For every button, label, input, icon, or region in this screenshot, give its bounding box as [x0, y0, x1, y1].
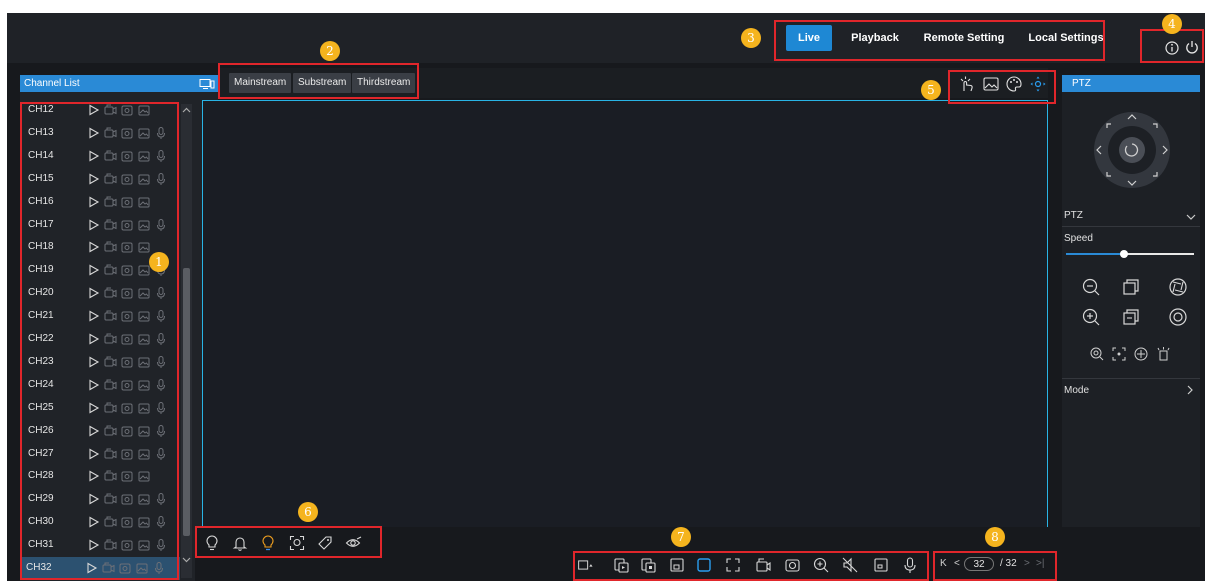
- highlight-box-system: [1140, 29, 1204, 63]
- scroll-up-icon[interactable]: [181, 106, 192, 114]
- preset-icon[interactable]: [1133, 346, 1149, 362]
- chevron-down-icon[interactable]: [1186, 213, 1196, 221]
- highlight-box-nav-tabs: [774, 20, 1105, 61]
- iris-close-icon[interactable]: [1167, 306, 1189, 328]
- wiper-icon[interactable]: [1155, 346, 1171, 362]
- divider: [1062, 378, 1200, 379]
- mode-label[interactable]: Mode: [1064, 385, 1089, 396]
- focus-near-icon[interactable]: [1120, 276, 1142, 298]
- highlight-box-streams: [218, 63, 419, 99]
- chevron-right-icon[interactable]: [1186, 385, 1194, 395]
- badge-1: 1: [149, 252, 169, 272]
- ptz-joystick[interactable]: [1092, 110, 1172, 190]
- speed-slider-handle[interactable]: [1119, 250, 1128, 258]
- zoom-area-icon[interactable]: [1089, 346, 1105, 362]
- badge-2: 2: [320, 41, 340, 61]
- speed-slider-fill: [1066, 253, 1124, 255]
- channel-list-header: Channel List: [20, 75, 218, 92]
- badge-5: 5: [921, 80, 941, 100]
- ptz-header-label: PTZ: [1072, 78, 1091, 89]
- ptz-section-label: PTZ: [1064, 210, 1083, 221]
- zoom-in-icon[interactable]: [1080, 306, 1102, 328]
- scrollbar-thumb[interactable]: [183, 268, 190, 536]
- highlight-box-view-tools: [948, 70, 1056, 104]
- badge-3: 3: [741, 28, 761, 48]
- channel-switch-icon[interactable]: [199, 78, 215, 90]
- divider: [1062, 226, 1200, 227]
- highlight-box-toolbar: [573, 551, 929, 581]
- zoom-out-icon[interactable]: [1080, 276, 1102, 298]
- badge-6: 6: [298, 502, 318, 522]
- badge-4: 4: [1162, 14, 1182, 34]
- highlight-box-pagination: [933, 551, 1057, 581]
- scroll-down-icon[interactable]: [181, 556, 192, 564]
- badge-8: 8: [985, 527, 1005, 547]
- iris-open-icon[interactable]: [1167, 276, 1189, 298]
- center-icon[interactable]: [1111, 346, 1127, 362]
- highlight-box-alarm-tools: [195, 526, 382, 558]
- ptz-header: PTZ: [1062, 75, 1200, 92]
- channel-list-title: Channel List: [24, 78, 80, 89]
- speed-label: Speed: [1064, 233, 1093, 244]
- video-view[interactable]: [202, 100, 1048, 534]
- highlight-box-channel-list: [20, 102, 179, 580]
- badge-7: 7: [671, 527, 691, 547]
- focus-far-icon[interactable]: [1120, 306, 1142, 328]
